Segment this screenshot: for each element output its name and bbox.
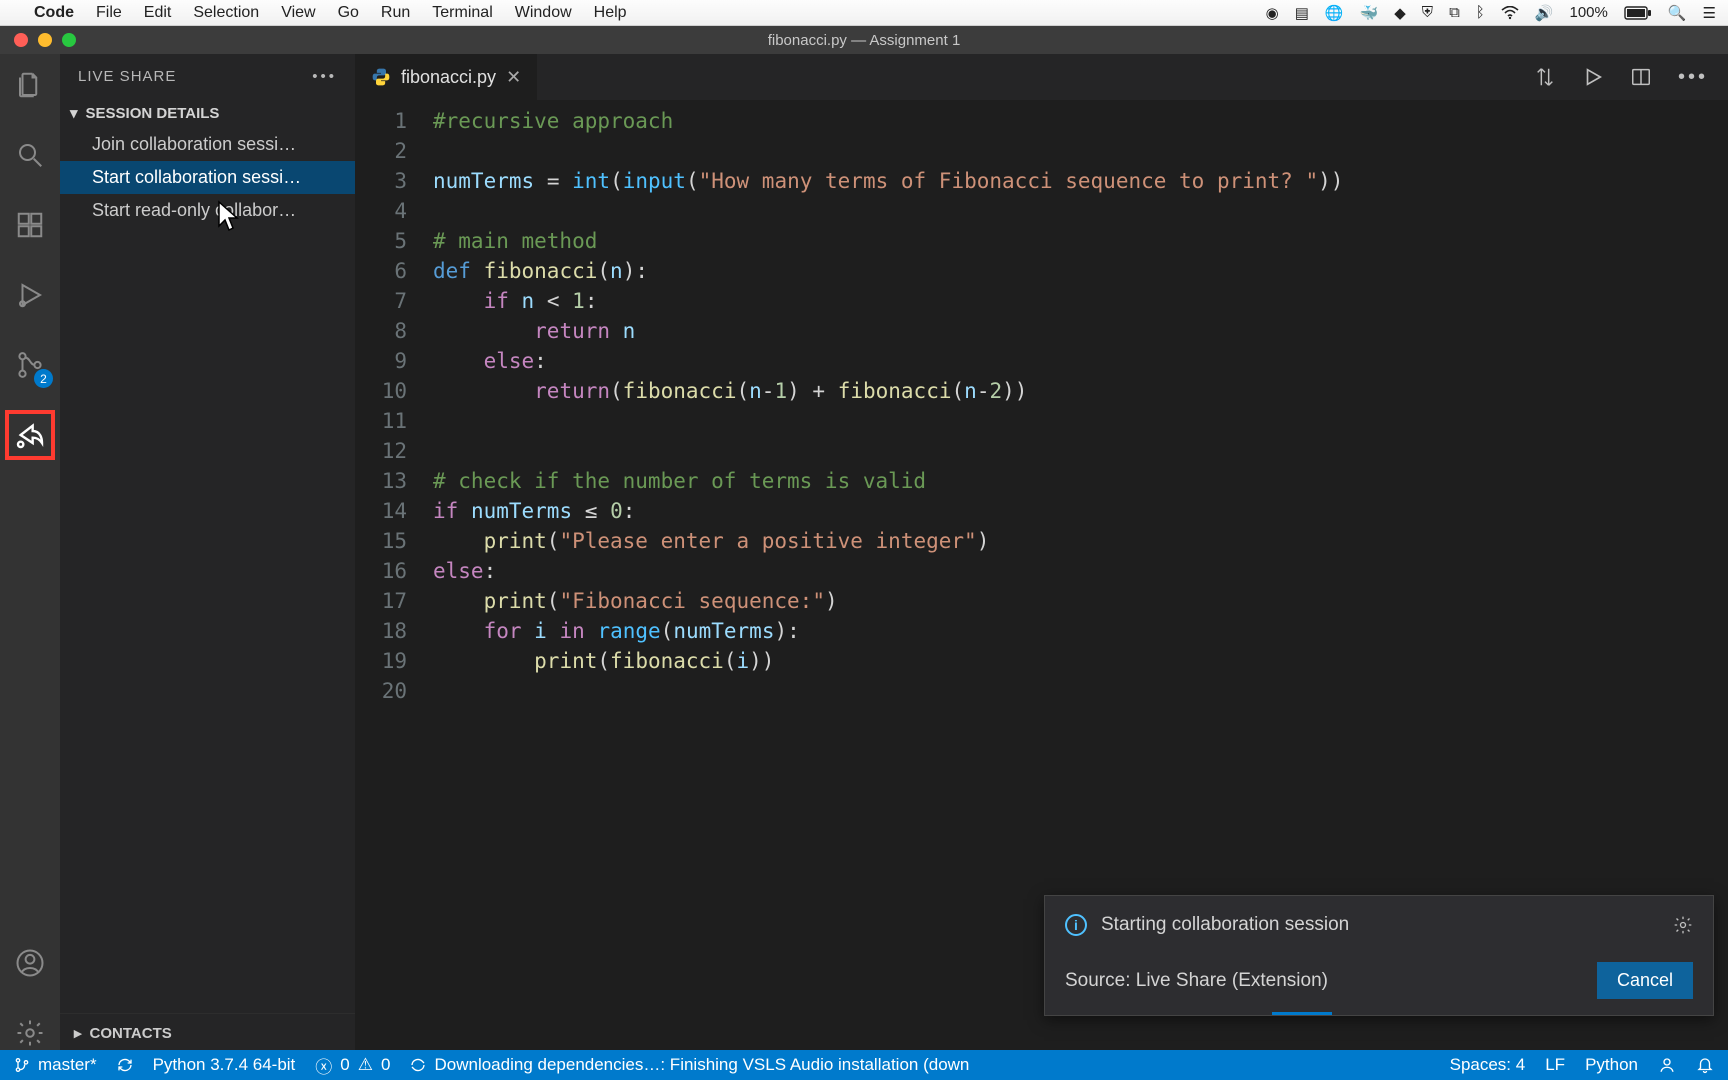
editor-split-icon[interactable]: [1630, 66, 1652, 89]
status-feedback-icon[interactable]: [1658, 1056, 1676, 1074]
control-center-icon[interactable]: ☰: [1703, 4, 1716, 22]
mac-menu-run[interactable]: Run: [381, 4, 410, 22]
window-minimize-button[interactable]: [38, 33, 52, 47]
editor-run-icon[interactable]: [1582, 66, 1604, 89]
mac-menu-help[interactable]: Help: [594, 4, 627, 22]
python-file-icon: [371, 67, 391, 87]
source-control-icon[interactable]: 2: [11, 346, 49, 384]
mac-menu-file[interactable]: File: [96, 4, 122, 22]
session-item-start[interactable]: Start collaboration sessi…: [60, 161, 355, 194]
status-bell-icon[interactable]: [1696, 1056, 1714, 1074]
session-details-label: SESSION DETAILS: [86, 105, 220, 122]
sync-icon: [117, 1057, 133, 1073]
sync-spinner-icon: [410, 1057, 426, 1073]
mac-menu-edit[interactable]: Edit: [144, 4, 172, 22]
bluetooth-icon[interactable]: ᛒ: [1476, 4, 1485, 21]
status-spaces[interactable]: Spaces: 4: [1450, 1055, 1526, 1075]
window-close-button[interactable]: [14, 33, 28, 47]
status-problems[interactable]: ⓧ 0 ⚠ 0: [315, 1053, 390, 1078]
record-icon[interactable]: ◉: [1266, 4, 1279, 22]
battery-icon[interactable]: [1624, 6, 1652, 20]
contacts-header[interactable]: ▸ CONTACTS: [60, 1013, 355, 1052]
run-debug-icon[interactable]: [11, 276, 49, 314]
extensions-icon[interactable]: [11, 206, 49, 244]
search-icon[interactable]: [11, 136, 49, 174]
line-gutter: 12345 678910 1112131415 1617181920: [355, 106, 433, 1052]
editor-compare-icon[interactable]: [1534, 66, 1556, 89]
live-share-icon[interactable]: [11, 416, 49, 454]
warning-icon: ⚠: [358, 1055, 373, 1075]
source-control-badge: 2: [34, 369, 53, 388]
session-item-start-readonly[interactable]: Start read-only collabor…: [60, 194, 355, 227]
shield-icon[interactable]: ⛨: [1422, 4, 1433, 21]
dropbox-icon[interactable]: ⧉: [1449, 4, 1460, 21]
vscode-titlebar: fibonacci.py — Assignment 1: [0, 26, 1728, 54]
branch-name: master*: [38, 1055, 97, 1075]
side-panel-title: LIVE SHARE: [78, 68, 176, 85]
window-traffic-lights: [0, 33, 76, 47]
notification-title: Starting collaboration session: [1101, 914, 1349, 936]
window-title: fibonacci.py — Assignment 1: [768, 32, 961, 49]
cancel-button[interactable]: Cancel: [1597, 962, 1693, 999]
explorer-icon[interactable]: [11, 66, 49, 104]
macos-menubar-right: ◉ ▤ 🌐 🐳 ◆ ⛨ ⧉ ᛒ 🔊 100% 🔍 ☰: [1266, 4, 1716, 22]
app-indicator-icon[interactable]: ◆: [1394, 4, 1406, 22]
tray-icon[interactable]: ▤: [1295, 4, 1309, 22]
chevron-down-icon: ▾: [70, 104, 78, 122]
macos-menubar: Code File Edit Selection View Go Run Ter…: [0, 0, 1728, 26]
git-branch-icon: [14, 1057, 30, 1073]
volume-icon[interactable]: 🔊: [1535, 4, 1554, 22]
status-task[interactable]: Downloading dependencies…: Finishing VSL…: [410, 1055, 969, 1075]
tab-filename: fibonacci.py: [401, 67, 496, 88]
notification-settings-icon[interactable]: [1673, 915, 1693, 935]
notification-progress: [1045, 1012, 1713, 1015]
activity-bar: 2: [0, 54, 60, 1052]
tab-fibonacci[interactable]: fibonacci.py ✕: [355, 54, 538, 100]
tab-close-icon[interactable]: ✕: [506, 67, 521, 88]
contacts-label: CONTACTS: [90, 1025, 172, 1042]
status-sync[interactable]: [117, 1057, 133, 1073]
docker-icon[interactable]: 🐳: [1360, 4, 1379, 22]
globe-icon[interactable]: 🌐: [1325, 4, 1344, 22]
editor-tabs: fibonacci.py ✕ •••: [355, 54, 1728, 100]
status-interpreter[interactable]: Python 3.7.4 64-bit: [153, 1055, 296, 1075]
editor-area: fibonacci.py ✕ ••• 12345 678910 11: [355, 54, 1728, 1052]
mac-menu-go[interactable]: Go: [338, 4, 359, 22]
side-panel-more-icon[interactable]: •••: [312, 68, 337, 85]
info-icon: i: [1065, 914, 1087, 936]
mac-app-name[interactable]: Code: [34, 4, 74, 22]
mac-menu-selection[interactable]: Selection: [193, 4, 259, 22]
accounts-icon[interactable]: [11, 944, 49, 982]
status-branch[interactable]: master*: [14, 1055, 97, 1075]
mac-menu-view[interactable]: View: [281, 4, 315, 22]
status-eol[interactable]: LF: [1545, 1055, 1565, 1075]
mac-menu-window[interactable]: Window: [515, 4, 572, 22]
session-details-header[interactable]: ▾ SESSION DETAILS: [60, 98, 355, 128]
editor-more-icon[interactable]: •••: [1678, 66, 1708, 89]
error-icon: ⓧ: [315, 1053, 332, 1078]
notification-source: Source: Live Share (Extension): [1065, 970, 1328, 992]
status-bar: master* Python 3.7.4 64-bit ⓧ 0 ⚠ 0 Down…: [0, 1050, 1728, 1080]
status-language[interactable]: Python: [1585, 1055, 1638, 1075]
chevron-right-icon: ▸: [74, 1024, 82, 1042]
window-zoom-button[interactable]: [62, 33, 76, 47]
session-item-join[interactable]: Join collaboration sessi…: [60, 128, 355, 161]
mac-menu-terminal[interactable]: Terminal: [432, 4, 492, 22]
battery-percent[interactable]: 100%: [1569, 4, 1607, 21]
side-panel-live-share: LIVE SHARE ••• ▾ SESSION DETAILS Join co…: [60, 54, 355, 1052]
wifi-icon[interactable]: [1501, 6, 1519, 20]
notification-toast: i Starting collaboration session Source:…: [1044, 895, 1714, 1016]
spotlight-icon[interactable]: 🔍: [1668, 4, 1687, 22]
settings-gear-icon[interactable]: [11, 1014, 49, 1052]
